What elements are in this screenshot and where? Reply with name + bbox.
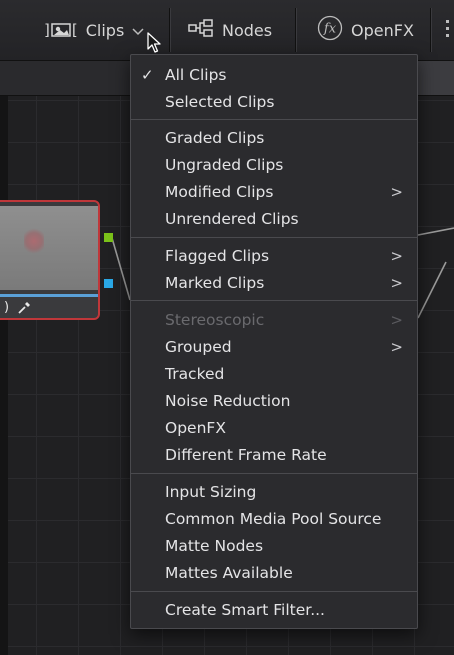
- menu-item-common-media-pool-source[interactable]: Common Media Pool Source: [131, 505, 417, 532]
- menu-item-modified-clips[interactable]: Modified Clips >: [131, 178, 417, 205]
- menu-item-input-sizing[interactable]: Input Sizing: [131, 478, 417, 505]
- node-progress-bar: [0, 294, 98, 297]
- clips-filter-menu: ✓ All Clips Selected Clips Graded Clips …: [130, 54, 418, 629]
- menu-item-marked-clips[interactable]: Marked Clips >: [131, 269, 417, 296]
- menu-separator: [131, 237, 417, 238]
- menu-item-all-clips[interactable]: ✓ All Clips: [131, 61, 417, 88]
- menu-item-ungraded-clips[interactable]: Ungraded Clips: [131, 151, 417, 178]
- menu-item-grouped[interactable]: Grouped >: [131, 333, 417, 360]
- menu-separator: [131, 119, 417, 120]
- menu-item-selected-clips[interactable]: Selected Clips: [131, 88, 417, 115]
- menu-item-unrendered-clips[interactable]: Unrendered Clips: [131, 205, 417, 232]
- menu-item-matte-nodes[interactable]: Matte Nodes: [131, 532, 417, 559]
- menu-item-mattes-available[interactable]: Mattes Available: [131, 559, 417, 586]
- menu-item-flagged-clips[interactable]: Flagged Clips >: [131, 242, 417, 269]
- eyedropper-icon: [18, 301, 31, 314]
- node-status-icons: ): [4, 300, 31, 315]
- node-label-fragment: ): [4, 300, 10, 315]
- chevron-right-icon: >: [390, 246, 403, 265]
- checkmark-icon: ✓: [141, 65, 154, 84]
- menu-item-graded-clips[interactable]: Graded Clips: [131, 124, 417, 151]
- thumbnail-subject: [24, 226, 44, 256]
- chevron-right-icon: >: [390, 273, 403, 292]
- chevron-right-icon: >: [390, 337, 403, 356]
- menu-item-stereoscopic: Stereoscopic >: [165, 310, 403, 329]
- mouse-cursor-icon: [147, 32, 161, 53]
- menu-item-different-frame-rate[interactable]: Different Frame Rate: [131, 441, 417, 468]
- node-thumbnail: [0, 206, 98, 290]
- menu-separator: [131, 300, 417, 301]
- menu-separator: [131, 591, 417, 592]
- chevron-right-icon: >: [390, 182, 403, 201]
- key-output-port[interactable]: [104, 279, 113, 288]
- menu-item-tracked[interactable]: Tracked: [131, 360, 417, 387]
- chevron-right-icon: >: [390, 310, 403, 329]
- menu-separator: [131, 473, 417, 474]
- color-node[interactable]: ): [0, 200, 100, 320]
- menu-item-noise-reduction[interactable]: Noise Reduction: [131, 387, 417, 414]
- menu-item-create-smart-filter[interactable]: Create Smart Filter...: [131, 596, 417, 623]
- rgb-output-port[interactable]: [104, 233, 113, 242]
- menu-item-openfx[interactable]: OpenFX: [131, 414, 417, 441]
